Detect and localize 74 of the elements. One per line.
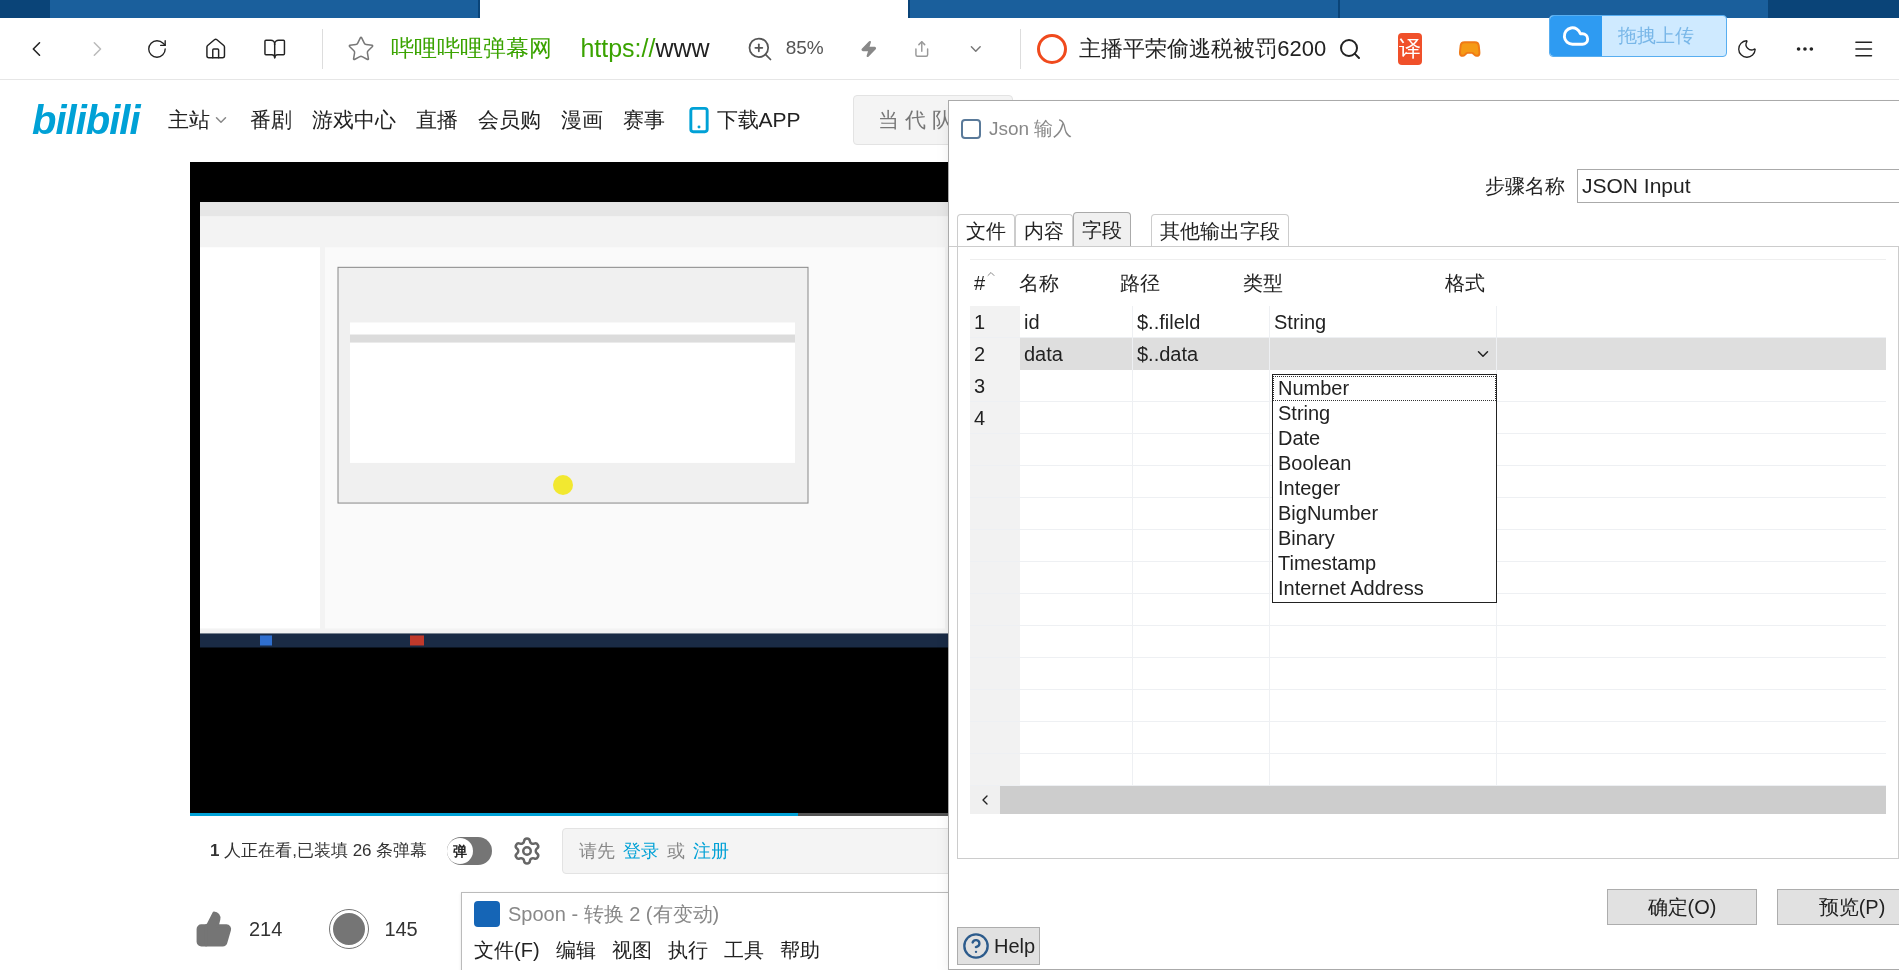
dropdown-option[interactable]: Date: [1273, 426, 1496, 451]
search-icon[interactable]: [1338, 36, 1363, 61]
upload-label: 拖拽上传: [1618, 23, 1694, 48]
step-name-label: 步骤名称: [1485, 174, 1565, 199]
table-cell-text: String: [1274, 309, 1327, 335]
table-row[interactable]: 2 data $..data: [970, 338, 1886, 370]
dropdown-option[interactable]: Number: [1273, 376, 1496, 401]
reaction-count: 214: [249, 917, 283, 942]
site-name: 哔哩哔哩弹幕网: [391, 34, 553, 64]
search-engine-icon[interactable]: [1037, 33, 1068, 64]
step-name-field[interactable]: JSON Input: [1577, 169, 1899, 203]
or-text: 或: [667, 839, 686, 863]
reaction-count: 145: [384, 917, 418, 942]
app-icon: [474, 901, 500, 927]
column-header[interactable]: 格式: [1441, 268, 1886, 298]
json-input-icon: [961, 119, 981, 139]
row-header-cell: [970, 754, 1020, 785]
menu-item[interactable]: 文件(F): [474, 935, 540, 965]
table-cell-text: id: [1024, 309, 1040, 335]
dialog-button[interactable]: 确定(O): [1607, 889, 1757, 925]
translate-icon[interactable]: 译: [1398, 32, 1422, 65]
dropdown-option[interactable]: Internet Address: [1273, 576, 1496, 601]
row-number: 3: [974, 373, 986, 399]
search-query[interactable]: 主播平荣偷逃税被罚6200: [1079, 32, 1327, 65]
dialog-tab[interactable]: 字段: [1073, 212, 1131, 246]
menu-item[interactable]: 视图: [611, 935, 652, 965]
dropdown-option[interactable]: Binary: [1273, 526, 1496, 551]
help-icon: [962, 932, 990, 960]
column-header[interactable]: #: [970, 268, 1016, 298]
nav-link[interactable]: 主站: [167, 104, 230, 136]
url-text[interactable]: https://www: [580, 29, 710, 68]
row-number: 1: [974, 309, 986, 335]
help-button[interactable]: Help: [957, 927, 1041, 965]
nav-link[interactable]: 番剧: [249, 104, 292, 136]
dropdown-option[interactable]: Boolean: [1273, 451, 1496, 476]
viewer-count-text: 1 人正在看,已装填 26 条弹幕: [210, 840, 428, 863]
download-link[interactable]: 下载APP: [716, 104, 801, 136]
video-progress-track[interactable]: [190, 813, 950, 816]
dropdown-option[interactable]: String: [1273, 401, 1496, 426]
prompt-text: 请先: [579, 839, 616, 863]
thumbs-up-icon[interactable]: [195, 910, 233, 948]
star-icon[interactable]: [347, 34, 376, 63]
danmaku-toggle[interactable]: 弹: [447, 837, 493, 865]
menu-item[interactable]: 执行: [667, 935, 708, 965]
table-cell-text: $..fileld: [1137, 309, 1201, 335]
table-cell-text: $..data: [1137, 342, 1199, 367]
dialog-tab[interactable]: 文件: [957, 214, 1015, 246]
nav-link[interactable]: 漫画: [560, 104, 603, 136]
browser-tab[interactable]: [1340, 0, 1768, 18]
column-header[interactable]: 名称: [1015, 268, 1117, 298]
row-number: 4: [974, 405, 986, 431]
row-number: 2: [974, 342, 986, 367]
horizontal-scrollbar[interactable]: [970, 786, 1886, 814]
dropdown-option[interactable]: BigNumber: [1273, 501, 1496, 526]
coin-icon[interactable]: [330, 910, 369, 948]
danmaku-settings-icon[interactable]: [512, 836, 543, 866]
nav-link[interactable]: 赛事: [622, 104, 665, 136]
nav-link[interactable]: 直播: [415, 104, 458, 136]
window-title: Spoon - 转换 2 (有变动): [508, 902, 720, 927]
zoom-level: 85%: [785, 36, 824, 61]
menu-item[interactable]: 编辑: [555, 935, 596, 965]
menu-item[interactable]: 帮助: [779, 935, 820, 965]
table-cell-text: data: [1024, 342, 1063, 367]
nav-link[interactable]: 会员购: [477, 104, 541, 136]
dropdown-option[interactable]: Integer: [1273, 476, 1496, 501]
column-header[interactable]: 路径: [1116, 268, 1239, 298]
menu-item[interactable]: 工具: [723, 935, 764, 965]
dialog-tab[interactable]: 其他输出字段: [1151, 214, 1289, 246]
dialog-tab[interactable]: 内容: [1015, 214, 1073, 246]
type-dropdown-list[interactable]: Number String Date Boolean Integer BigNumber Binary Timestamp Internet Address: [1272, 374, 1497, 603]
dialog-button[interactable]: 预览(P): [1777, 889, 1899, 925]
nav-link[interactable]: 游戏中心: [311, 104, 396, 136]
column-header[interactable]: 类型: [1238, 268, 1442, 298]
dropdown-option[interactable]: Timestamp: [1273, 551, 1496, 576]
